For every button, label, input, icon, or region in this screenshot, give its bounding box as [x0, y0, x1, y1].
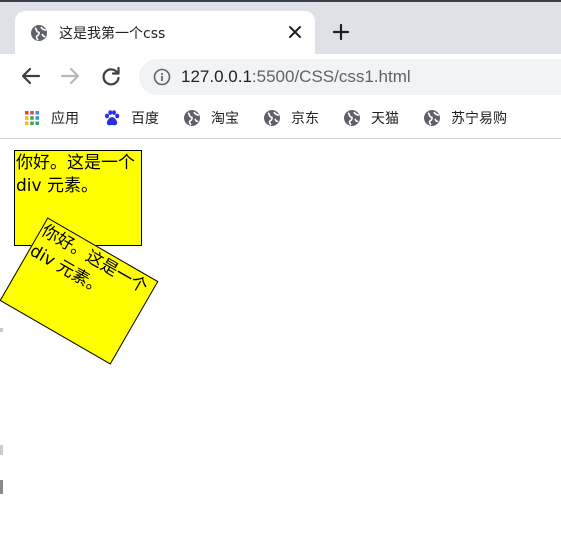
- reload-icon[interactable]: [100, 65, 122, 87]
- bookmark-label: 天猫: [371, 111, 399, 127]
- arrow-right-icon[interactable]: [59, 65, 81, 87]
- toolbar: 127.0.0.1:5500/CSS/css1.html: [0, 54, 561, 99]
- bookmark-label: 苏宁易购: [451, 111, 507, 127]
- url-path: :5500/CSS/css1.html: [251, 67, 411, 86]
- bookmark-label: 百度: [131, 111, 159, 127]
- browser-tab[interactable]: 这是我第一个css: [15, 11, 315, 54]
- globe-icon: [184, 110, 200, 126]
- plus-icon[interactable]: [331, 22, 351, 42]
- page-content: 你好。这是一个 div 元素。 你好。这是一个 div 元素。: [0, 140, 561, 534]
- url-host: 127.0.0.1: [181, 67, 252, 86]
- globe-icon: [264, 110, 280, 126]
- bookmarks-bar: 应用 百度 淘宝 京东 天猫 苏宁易购: [0, 99, 561, 139]
- yellow-div-box: 你好。这是一个 div 元素。: [14, 150, 142, 246]
- info-icon[interactable]: [153, 68, 171, 86]
- baidu-paw-icon: [105, 110, 120, 126]
- edge-artifact: [0, 445, 3, 455]
- globe-icon: [424, 110, 440, 126]
- url-text[interactable]: 127.0.0.1:5500/CSS/css1.html: [181, 67, 411, 87]
- apps-grid-icon: [25, 111, 39, 125]
- edge-artifact: [0, 328, 3, 332]
- close-icon[interactable]: [286, 23, 304, 41]
- edge-artifact: [0, 480, 3, 494]
- address-bar[interactable]: 127.0.0.1:5500/CSS/css1.html: [139, 59, 561, 95]
- tab-strip: 这是我第一个css: [0, 0, 561, 54]
- globe-icon: [31, 25, 47, 41]
- tab-title: 这是我第一个css: [59, 26, 166, 42]
- bookmark-label: 京东: [291, 111, 319, 127]
- globe-icon: [344, 110, 360, 126]
- arrow-left-icon[interactable]: [20, 65, 42, 87]
- bookmark-label: 淘宝: [211, 111, 239, 127]
- bookmark-label: 应用: [51, 111, 79, 127]
